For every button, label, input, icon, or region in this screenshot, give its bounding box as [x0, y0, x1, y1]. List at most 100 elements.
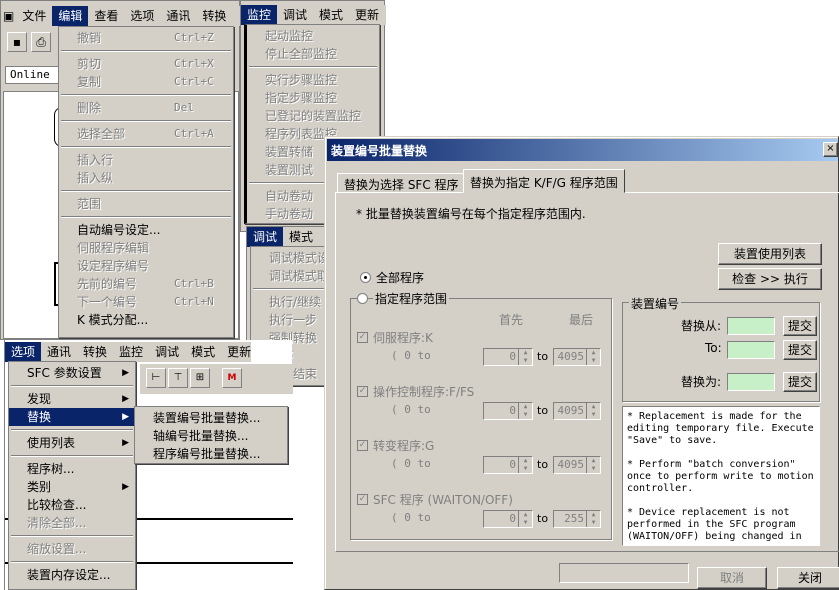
monitor-menu-item[interactable]: 已登记的装置监控 — [247, 107, 379, 125]
edit-menu-item[interactable]: 撤销 Ctrl+Z — [59, 29, 233, 47]
close-button[interactable]: 关闭 — [777, 567, 839, 589]
menu-file[interactable]: 文件 — [16, 6, 52, 26]
options-menu-item[interactable]: 类别 ▶ — [9, 478, 135, 496]
menu-options-2[interactable]: 选项 — [5, 342, 42, 362]
menu-edit[interactable]: 编辑 — [52, 6, 89, 26]
replace-from-input[interactable] — [727, 317, 775, 335]
menu-comm-2[interactable]: 通讯 — [41, 342, 77, 362]
edit-menu-item[interactable]: 范围 — [59, 195, 233, 213]
menu-item-label: 起动监控 — [265, 29, 314, 43]
monitor-menu-item[interactable]: 起动监控 — [247, 27, 379, 45]
range-last-spin[interactable]: 4095 ▲ ▼ — [553, 402, 601, 420]
to-input[interactable] — [727, 341, 775, 359]
tab-kfg-range[interactable]: 替换为指定 K/F/G 程序范围 — [463, 169, 625, 193]
range-last-spin[interactable]: 4095 ▲ ▼ — [553, 348, 601, 366]
menu-debug-3[interactable]: 调试 — [149, 342, 185, 362]
debug-menu-item[interactable]: 调试模式取 — [251, 267, 326, 285]
options-menu-item[interactable]: 缩放设置... — [9, 540, 135, 558]
spin-arrows-icon[interactable]: ▲ ▼ — [518, 403, 532, 419]
menu-debug-2[interactable]: 调试 — [247, 227, 284, 247]
edit-menu-item[interactable]: 插入纵 — [59, 169, 233, 187]
device-usage-list-button[interactable]: 装置使用列表 — [718, 243, 822, 265]
debug-menu-item[interactable]: 执行一步 — [251, 311, 326, 329]
options-menu-item[interactable]: 使用列表 ▶ — [9, 434, 135, 452]
spin-arrows-icon[interactable]: ▲ ▼ — [518, 511, 532, 527]
spin-arrows-icon[interactable]: ▲ ▼ — [518, 349, 532, 365]
program-checkbox[interactable]: ✓ — [357, 440, 368, 451]
batch-replace-axis[interactable]: 轴编号批量替换... — [135, 427, 287, 445]
menu-monitor-2[interactable]: 监控 — [113, 342, 149, 362]
monitor-menu-item[interactable]: 实行步骤监控 — [247, 71, 379, 89]
monitor-menu-item[interactable]: 指定步骤监控 — [247, 89, 379, 107]
submit-to-button[interactable]: 提交 — [783, 340, 817, 360]
range-first-spin[interactable]: 0 ▲ ▼ — [483, 348, 533, 366]
program-checkbox[interactable]: ✓ — [357, 494, 368, 505]
spin-arrows-icon[interactable]: ▲ ▼ — [586, 457, 600, 473]
radio-range[interactable] — [357, 293, 368, 304]
edit-menu-item[interactable]: 复制 Ctrl+C — [59, 73, 233, 91]
options-menu-item[interactable]: 替换 ▶ — [9, 408, 135, 426]
edit-menu-item[interactable]: 删除 Del — [59, 99, 233, 117]
menu-options[interactable]: 选项 — [124, 6, 160, 26]
monitor-menu-item[interactable]: 停止全部监控 — [247, 45, 379, 63]
range-first-spin[interactable]: 0 ▲ ▼ — [483, 456, 533, 474]
menu-monitor[interactable]: 监控 — [241, 5, 278, 25]
menu-mode-2[interactable]: 模式 — [283, 227, 319, 247]
replace-with-input[interactable] — [727, 373, 775, 391]
menu-debug[interactable]: 调试 — [277, 5, 313, 25]
options-menu-item[interactable]: SFC 参数设置 ▶ — [9, 364, 135, 382]
edit-menu-item[interactable]: 插入行 — [59, 151, 233, 169]
print-icon[interactable]: ⎙ — [31, 32, 51, 52]
sfc-branch-icon[interactable]: ⊤ — [168, 368, 188, 388]
options-menu-item[interactable]: 比较检查... — [9, 496, 135, 514]
range-first-spin[interactable]: 0 ▲ ▼ — [483, 402, 533, 420]
options-menu-item[interactable]: 程序树... — [9, 460, 135, 478]
batch-replace-device[interactable]: 装置编号批量替换... — [135, 409, 287, 427]
spin-arrows-icon[interactable]: ▲ ▼ — [586, 403, 600, 419]
menu-item-label: 先前的编号 — [77, 277, 138, 291]
edit-menu-item[interactable]: 选择全部 Ctrl+A — [59, 125, 233, 143]
menu-separator — [61, 120, 231, 122]
edit-menu-item[interactable]: 剪切 Ctrl+X — [59, 55, 233, 73]
tab-select-sfc[interactable]: 替换为选择 SFC 程序 — [337, 173, 466, 193]
menu-update[interactable]: 更新 — [349, 5, 385, 25]
menu-comm[interactable]: 通讯 — [160, 6, 196, 26]
save-icon[interactable]: ▪ — [7, 32, 27, 52]
radio-all-programs[interactable] — [360, 272, 371, 283]
debug-menu-item[interactable]: 执行/继续 — [251, 293, 326, 311]
range-last-spin[interactable]: 255 ▲ ▼ — [553, 510, 601, 528]
menu-view[interactable]: 查看 — [88, 6, 124, 26]
program-checkbox[interactable]: ✓ — [357, 386, 368, 397]
submit-from-button[interactable]: 提交 — [783, 316, 817, 336]
menu-convert[interactable]: 转换 — [196, 6, 232, 26]
submit-with-button[interactable]: 提交 — [783, 372, 817, 392]
spin-arrows-icon[interactable]: ▲ ▼ — [586, 349, 600, 365]
debug-menu-item[interactable]: 调试模式设 — [251, 249, 326, 267]
close-icon[interactable]: × — [823, 142, 838, 157]
menu-mode[interactable]: 模式 — [313, 5, 349, 25]
batch-replace-program[interactable]: 程序编号批量替换... — [135, 445, 287, 463]
edit-menu-item[interactable]: 自动编号设定... — [59, 221, 233, 239]
options-menu-item[interactable]: 发现 ▶ — [9, 390, 135, 408]
spin-arrows-icon[interactable]: ▲ ▼ — [518, 457, 532, 473]
menu-convert-2[interactable]: 转换 — [77, 342, 113, 362]
range-first-spin[interactable]: 0 ▲ ▼ — [483, 510, 533, 528]
options-menu-item[interactable]: 装置内存设定... — [9, 566, 135, 584]
check-execute-button[interactable]: 检查 >> 执行 — [718, 268, 822, 290]
edit-menu-item[interactable]: 下一个编号 Ctrl+N — [59, 293, 233, 311]
program-checkbox[interactable]: ✓ — [357, 332, 368, 343]
edit-menu-item[interactable]: 伺服程序编辑 — [59, 239, 233, 257]
menu-update-2[interactable]: 更新 — [221, 342, 251, 362]
cancel-button[interactable]: 取消 — [697, 567, 767, 589]
menu-mode-3[interactable]: 模式 — [185, 342, 221, 362]
edit-menu-item[interactable]: K 模式分配... — [59, 311, 233, 329]
edit-menu-item[interactable]: 先前的编号 Ctrl+B — [59, 275, 233, 293]
range-last-spin[interactable]: 4095 ▲ ▼ — [553, 456, 601, 474]
options-menu-item[interactable]: 清除全部... — [9, 514, 135, 532]
sfc-jump-icon[interactable]: ⊞ — [190, 368, 210, 388]
edit-menu-item[interactable]: 设定程序编号 — [59, 257, 233, 275]
sfc-step-icon[interactable]: ⊢ — [146, 368, 166, 388]
monitor-menubar: 监控 调试 模式 更新 — [241, 5, 386, 25]
motion-icon[interactable]: M — [222, 368, 242, 388]
spin-arrows-icon[interactable]: ▲ ▼ — [586, 511, 600, 527]
